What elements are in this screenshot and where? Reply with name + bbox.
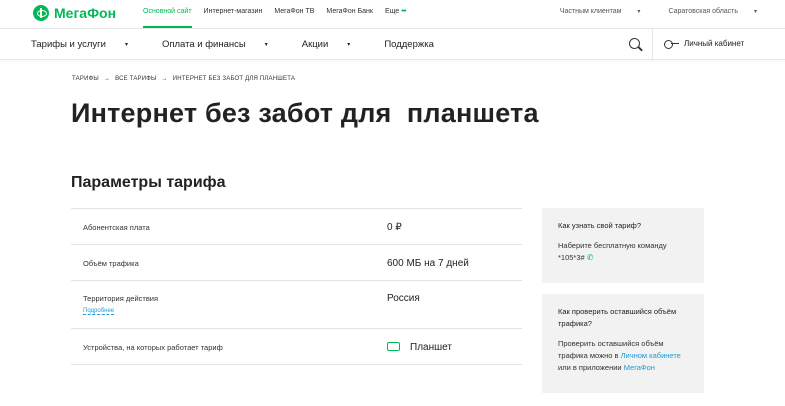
megafon-logo[interactable]: МегаФон [33, 5, 116, 21]
param-name: Абонентская плата [83, 223, 150, 232]
details-link[interactable]: Подробнее [83, 308, 115, 315]
param-row: Территория действия Подробнее Россия [71, 280, 522, 328]
region-select[interactable]: Саратовская область ▾ [654, 8, 757, 15]
param-value: 0 ₽ [387, 222, 402, 233]
param-name: Территория действия [83, 294, 159, 303]
page-title: Интернет без забот для планшета [71, 98, 539, 128]
nav-divider [652, 29, 653, 60]
breadcrumb-item-all-tariffs[interactable]: ВСЕ ТАРИФЫ [115, 76, 156, 82]
arrow-right-icon: → [161, 76, 168, 82]
top-bar: МегаФон Основной сайт Интернет-магазин М… [0, 0, 785, 28]
card-text: Наберите бесплатную команду [558, 241, 667, 250]
nav-item-promos-label: Акции [301, 39, 329, 50]
chevron-down-icon: ▾ [264, 41, 268, 48]
chevron-down-icon: ▾ [753, 9, 757, 15]
top-link-bank[interactable]: МегаФон Банк [326, 8, 373, 15]
tariff-params-table: Абонентская плата 0 ₽ Объём трафика 600 … [71, 208, 522, 365]
personal-cabinet-button[interactable]: Личный кабинет [664, 39, 745, 49]
top-nav: Основной сайт Интернет-магазин МегаФон Т… [143, 8, 418, 28]
logo-text: МегаФон [54, 5, 117, 21]
phone-icon: ✆ [586, 253, 594, 262]
tablet-icon [387, 342, 400, 351]
search-icon[interactable] [629, 38, 640, 49]
nav-item-payments-label: Оплата и финансы [161, 39, 246, 50]
top-link-shop[interactable]: Интернет-магазин [204, 8, 263, 15]
client-type-select[interactable]: Частным клиентам ▾ [546, 8, 641, 15]
top-link-tv[interactable]: МегаФон ТВ [274, 8, 314, 15]
card-text-part: или в приложении [558, 363, 622, 372]
megafon-app-link[interactable]: МегаФон [624, 363, 655, 372]
top-link-more-label: Еще [384, 8, 400, 15]
main-nav: Тарифы и услуги ▾ Оплата и финансы ▾ Акции… [0, 28, 785, 60]
param-row: Устройства, на которых работает тариф Пл… [71, 328, 522, 365]
chevron-down-icon: ▾ [124, 41, 128, 48]
more-dots-icon: ••• [401, 8, 406, 15]
ussd-command-text: *105*3# [558, 253, 585, 262]
region-label: Саратовская область [668, 8, 739, 16]
param-name: Объём трафика [83, 259, 139, 268]
chevron-down-icon: ▾ [347, 41, 351, 48]
main-menu: Тарифы и услуги ▾ Оплата и финансы ▾ Акции… [31, 39, 451, 50]
ussd-command[interactable]: *105*3# ✆ [558, 252, 688, 264]
personal-cabinet-link[interactable]: Личном кабинете [621, 351, 681, 360]
param-value: 600 МБ на 7 дней [387, 258, 469, 269]
card-text: Проверить оставшийся объём трафика можно… [558, 338, 688, 374]
client-type-label: Частным клиентам [559, 8, 622, 16]
info-card-traffic: Как проверить оставшийся объём трафика? … [542, 294, 704, 393]
param-value: Россия [387, 293, 420, 304]
nav-item-payments[interactable]: Оплата и финансы ▾ [162, 39, 285, 50]
card-question: Как проверить оставшийся объём трафика? [558, 307, 677, 328]
top-link-main-site[interactable]: Основной сайт [143, 8, 192, 28]
top-right: Частным клиентам ▾ Саратовская область ▾ [532, 8, 757, 15]
cabinet-label: Личный кабинет [684, 39, 745, 48]
breadcrumb-item-tariffs[interactable]: ТАРИФЫ [72, 76, 99, 82]
nav-item-tariffs-label: Тарифы и услуги [31, 39, 106, 50]
nav-item-tariffs[interactable]: Тарифы и услуги ▾ [31, 39, 145, 50]
info-card-tariff: Как узнать свой тариф? Наберите бесплатн… [542, 208, 704, 283]
param-row: Объём трафика 600 МБ на 7 дней [71, 244, 522, 280]
param-name: Устройства, на которых работает тариф [83, 343, 223, 352]
megafon-logo-icon [33, 5, 49, 21]
breadcrumb-item-current: ИНТЕРНЕТ БЕЗ ЗАБОТ ДЛЯ ПЛАНШЕТА [172, 76, 296, 82]
card-question: Как узнать свой тариф? [558, 221, 641, 230]
arrow-right-icon: → [103, 76, 111, 82]
chevron-down-icon: ▾ [637, 9, 641, 15]
top-link-more[interactable]: Еще ••• [384, 8, 407, 15]
nav-item-support[interactable]: Поддержка [384, 39, 434, 50]
param-value: Планшет [410, 342, 452, 353]
section-title: Параметры тарифа [71, 174, 226, 191]
param-row: Абонентская плата 0 ₽ [71, 208, 522, 244]
nav-item-promos[interactable]: Акции ▾ [302, 39, 368, 50]
key-icon [664, 39, 680, 49]
breadcrumb: ТАРИФЫ → ВСЕ ТАРИФЫ → ИНТЕРНЕТ БЕЗ ЗАБОТ… [72, 76, 295, 82]
